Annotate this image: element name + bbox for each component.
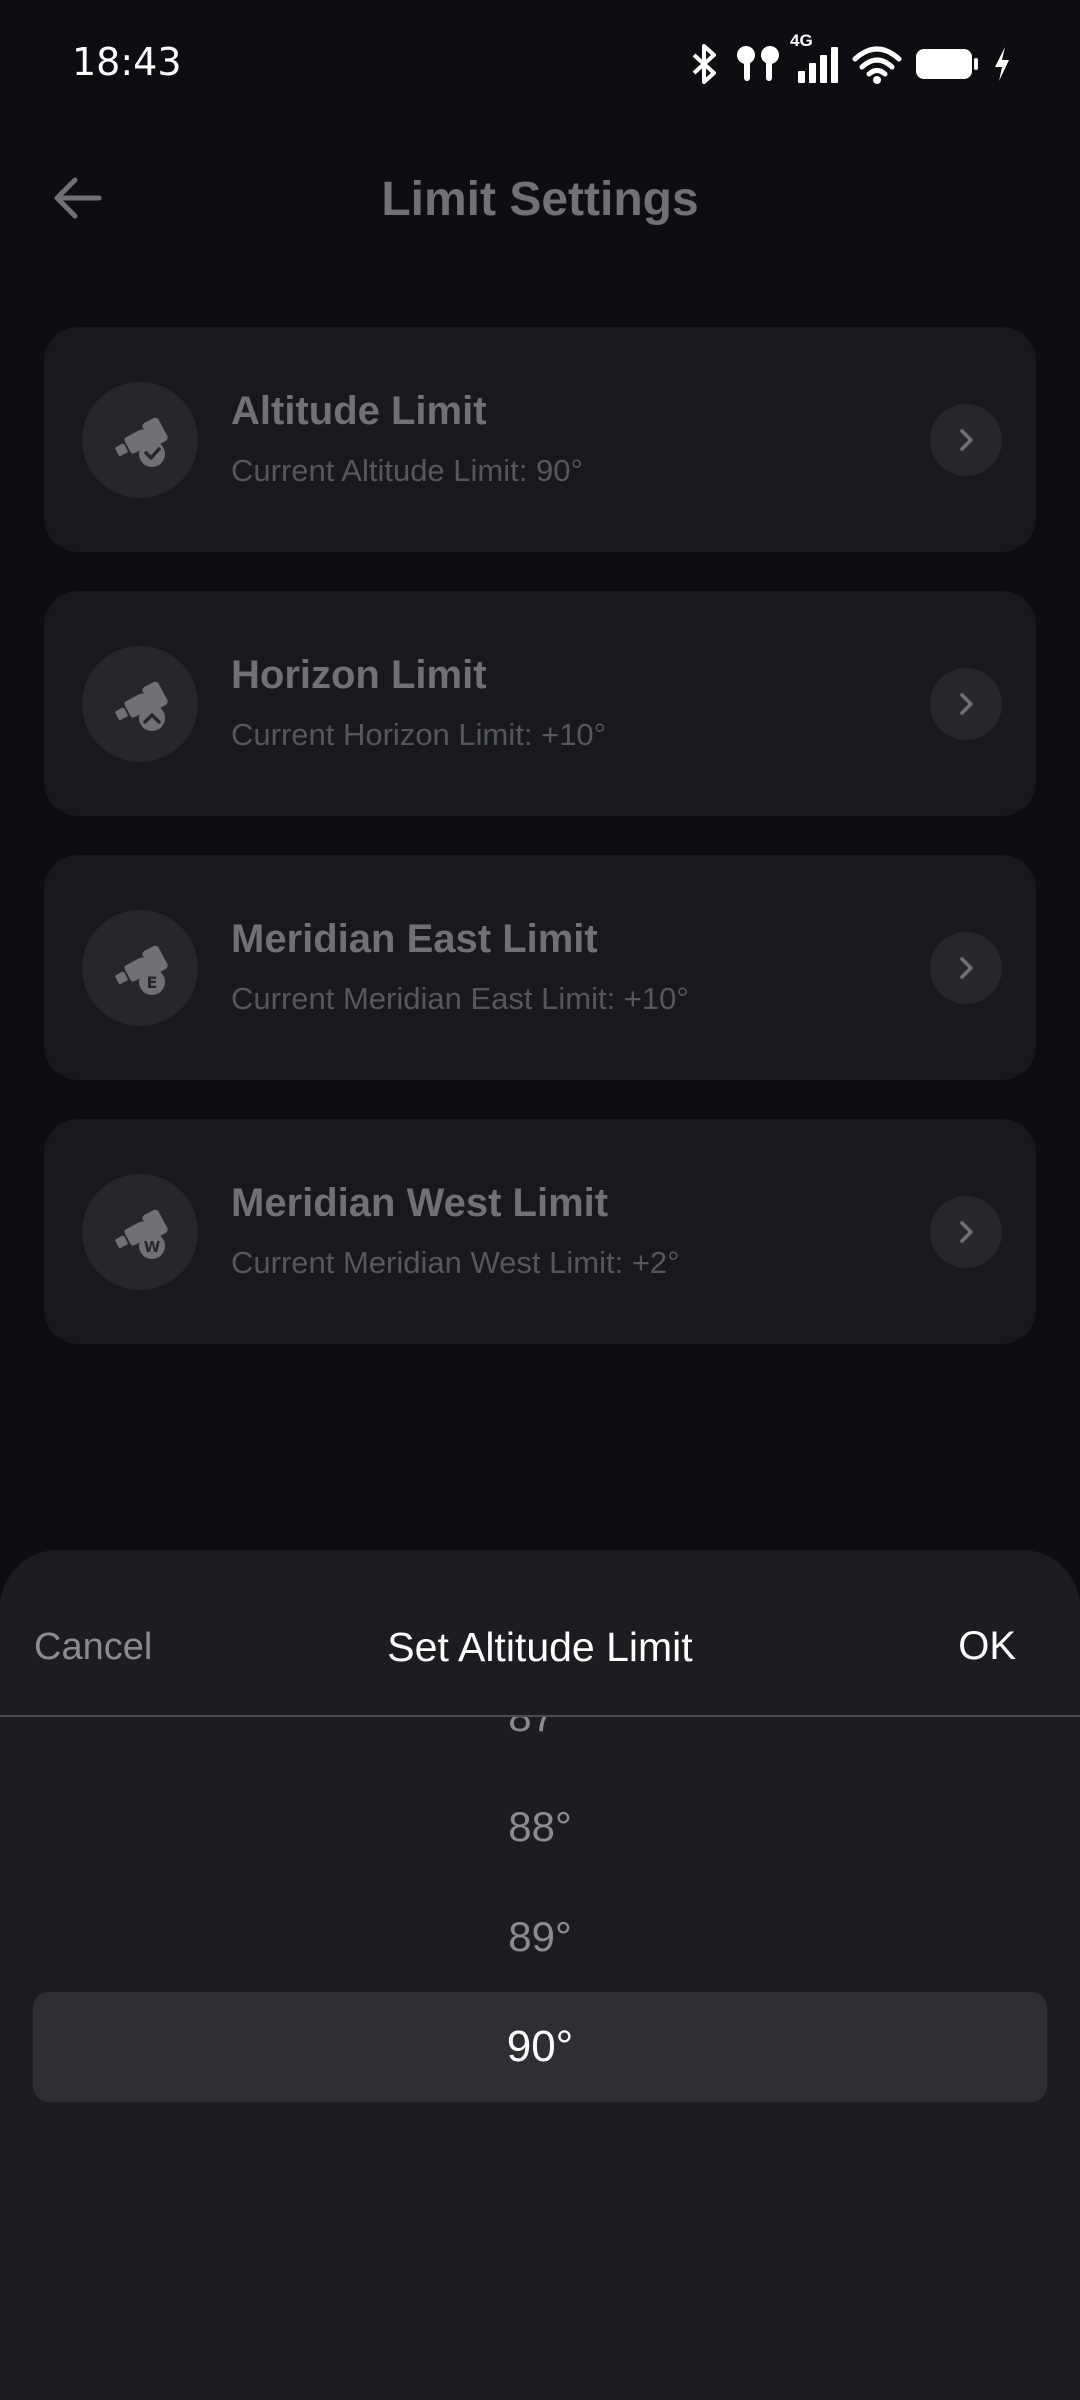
card-title: Meridian East Limit — [231, 917, 598, 961]
page-title: Limit Settings — [381, 173, 699, 226]
card-subtitle: Current Horizon Limit: +10° — [231, 717, 607, 752]
charging-icon — [992, 43, 1012, 85]
sheet-title: Set Altitude Limit — [387, 1624, 693, 1670]
altitude-limit-sheet: Cancel Set Altitude Limit OK 87° 88° 89°… — [0, 1550, 1080, 2400]
ok-button[interactable]: OK — [958, 1624, 1016, 1669]
picker-option[interactable]: 89° — [0, 1882, 1080, 1992]
chevron-right-icon — [930, 404, 1002, 476]
status-bar: 18:43 4G — [0, 0, 1080, 130]
telescope-east-icon: E — [82, 910, 198, 1026]
card-title: Horizon Limit — [231, 653, 487, 697]
chevron-right-icon — [930, 668, 1002, 740]
chevron-right-icon — [930, 932, 1002, 1004]
card-subtitle: Current Meridian West Limit: +2° — [231, 1245, 680, 1280]
telescope-west-icon: W — [82, 1174, 198, 1290]
picker-option-selected[interactable]: 90° — [0, 1992, 1080, 2102]
west-badge: W — [144, 1238, 161, 1256]
limit-list: Altitude Limit Current Altitude Limit: 9… — [44, 327, 1036, 1383]
altitude-limit-card[interactable]: Altitude Limit Current Altitude Limit: 9… — [44, 327, 1036, 552]
signal-icon: 4G — [790, 31, 840, 85]
chevron-right-icon — [930, 1196, 1002, 1268]
card-subtitle: Current Altitude Limit: 90° — [231, 453, 583, 488]
screen: 18:43 4G Limit Settings Altitude Limit C… — [0, 0, 1080, 2400]
altitude-picker[interactable]: 87° 88° 89° 90° — [0, 1717, 1080, 2400]
picker-option[interactable]: 87° — [0, 1717, 1080, 1772]
horizon-limit-card[interactable]: Horizon Limit Current Horizon Limit: +10… — [44, 591, 1036, 816]
battery-icon — [914, 43, 980, 85]
header: Limit Settings — [0, 150, 1080, 250]
telescope-horizon-icon — [82, 646, 198, 762]
telescope-check-icon — [82, 382, 198, 498]
earbuds-icon — [734, 43, 782, 85]
status-time: 18:43 — [72, 40, 182, 84]
east-badge: E — [147, 973, 158, 992]
picker-option[interactable]: 88° — [0, 1772, 1080, 1882]
card-title: Altitude Limit — [231, 389, 487, 433]
status-icons: 4G — [688, 31, 1012, 88]
card-title: Meridian West Limit — [231, 1181, 609, 1225]
meridian-east-limit-card[interactable]: E Meridian East Limit Current Meridian E… — [44, 855, 1036, 1080]
wifi-icon — [852, 43, 902, 85]
card-subtitle: Current Meridian East Limit: +10° — [231, 981, 689, 1016]
network-type-label: 4G — [790, 31, 813, 50]
bluetooth-icon — [688, 43, 722, 85]
meridian-west-limit-card[interactable]: W Meridian West Limit Current Meridian W… — [44, 1119, 1036, 1344]
